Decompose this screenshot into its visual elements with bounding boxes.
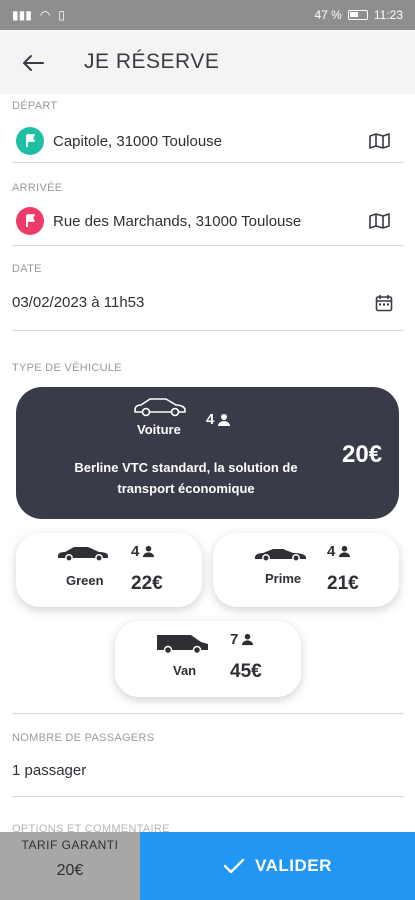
vehicle-name: Green (66, 573, 104, 588)
signal-icon: ▮▮▮ (12, 8, 32, 22)
vibrate-icon: ▯ (58, 8, 65, 22)
map-icon (369, 213, 390, 229)
arrivee-label: ARRIVÉE (12, 182, 63, 194)
depart-label: DÉPART (12, 100, 58, 112)
vehicle-capacity: 7 (230, 631, 254, 648)
page-title: JE RÉSERVE (84, 50, 220, 73)
person-icon (242, 633, 254, 646)
vehicle-name: Van (173, 663, 197, 678)
battery-percent: 47 % (314, 8, 342, 22)
passengers-label: NOMBRE DE PASSAGERS (12, 732, 155, 744)
guaranteed-price: TARIF GARANTI 20€ (0, 832, 140, 900)
tarif-label: TARIF GARANTI (21, 838, 119, 852)
map-icon (369, 133, 390, 149)
vehicle-type-label: TYPE DE VÉHICULE (12, 362, 122, 374)
wifi-icon: ◠ (39, 8, 51, 22)
status-right: 47 % 11:23 (315, 8, 404, 22)
vehicle-description: Berline VTC standard, la solution de tra… (56, 457, 316, 499)
van-icon (157, 635, 208, 655)
description-line: Berline VTC standard, la solution de (74, 460, 298, 475)
pax-count: 4 (206, 411, 215, 428)
pax-count: 4 (131, 543, 140, 560)
date-label: DATE (12, 263, 42, 275)
pax-count: 7 (230, 631, 239, 648)
sports-car-icon (255, 549, 306, 562)
divider (12, 713, 404, 714)
arrivee-field[interactable]: Rue des Marchands, 31000 Toulouse (53, 213, 301, 230)
description-line: transport économique (117, 481, 255, 496)
person-icon (339, 545, 351, 558)
vehicle-option-van[interactable]: Van 7 45€ (115, 621, 301, 697)
tarif-price: 20€ (56, 862, 84, 879)
arrow-left-icon (23, 55, 44, 71)
vehicle-name: Prime (265, 571, 302, 586)
arrivee-map-button[interactable] (367, 210, 393, 232)
pax-count: 4 (327, 543, 336, 560)
sedan-icon (58, 547, 108, 562)
status-left: ▮▮▮ ◠ ▯ (12, 8, 65, 22)
check-icon (223, 858, 245, 874)
back-button[interactable] (16, 46, 50, 80)
vehicle-capacity: 4 (327, 543, 351, 560)
vehicle-option-prime[interactable]: Prime 4 21€ (213, 533, 399, 607)
app-bar: JE RÉSERVE (0, 30, 415, 94)
validate-button[interactable]: VALIDER (140, 832, 415, 900)
depart-field[interactable]: Capitole, 31000 Toulouse (53, 133, 222, 150)
vehicle-name: Voiture (137, 422, 181, 437)
passengers-field[interactable]: 1 passager (12, 762, 86, 779)
calendar-button[interactable] (371, 292, 397, 314)
divider (12, 245, 404, 246)
depart-map-button[interactable] (367, 130, 393, 152)
arrivee-flag-icon (16, 207, 44, 235)
battery-icon (347, 10, 368, 20)
date-field[interactable]: 03/02/2023 à 11h53 (12, 294, 144, 311)
vehicle-option-voiture[interactable]: Voiture 4 Berline VTC standard, la solut… (16, 387, 399, 519)
vehicle-option-green[interactable]: Green 4 22€ (16, 533, 202, 607)
vehicle-capacity: 4 (206, 411, 231, 428)
divider (12, 330, 404, 331)
person-icon (143, 545, 155, 558)
bottom-bar: TARIF GARANTI 20€ VALIDER (0, 832, 415, 900)
validate-label: VALIDER (255, 856, 332, 875)
divider (12, 162, 404, 163)
vehicle-price: 45€ (230, 661, 262, 682)
status-bar: ▮▮▮ ◠ ▯ 47 % 11:23 (0, 0, 415, 30)
calendar-icon (375, 295, 393, 312)
vehicle-capacity: 4 (131, 543, 155, 560)
vehicle-price: 20€ (342, 441, 383, 468)
vehicle-price: 21€ (327, 573, 359, 594)
clock: 11:23 (373, 8, 403, 22)
person-icon (218, 413, 231, 426)
depart-flag-icon (16, 127, 44, 155)
divider (12, 796, 404, 797)
vehicle-price: 22€ (131, 573, 163, 594)
sedan-icon (134, 398, 186, 417)
